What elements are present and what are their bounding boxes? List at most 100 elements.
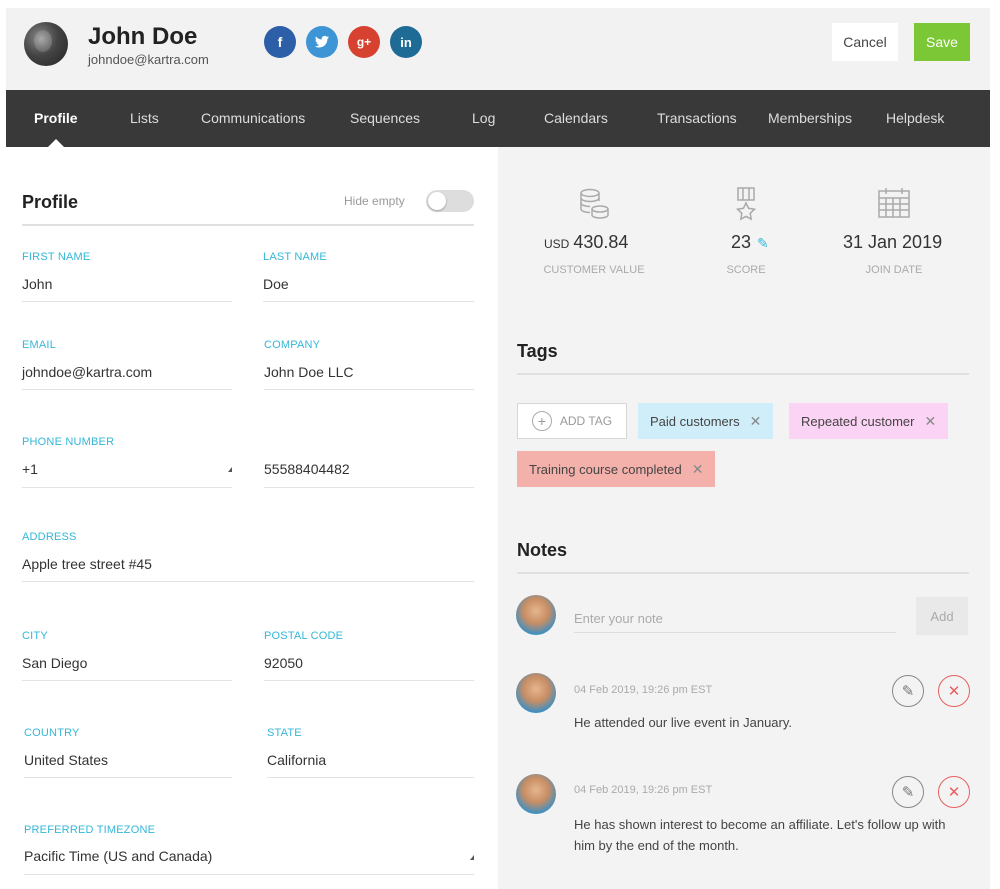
tab-lists[interactable]: Lists	[130, 90, 159, 147]
city-underline	[22, 680, 232, 681]
avatar	[516, 595, 556, 635]
timezone-label: PREFERRED TIMEZONE	[24, 824, 156, 836]
notes-title: Notes	[517, 540, 568, 560]
country-underline	[24, 777, 232, 778]
tags-divider	[517, 373, 969, 375]
tab-log[interactable]: Log	[472, 90, 495, 147]
hide-empty-toggle[interactable]	[426, 190, 474, 212]
phone-code-underline	[22, 487, 232, 488]
timezone-select[interactable]: Pacific Time (US and Canada)	[24, 848, 212, 864]
last-name-label: LAST NAME	[263, 251, 327, 263]
chevron-down-icon	[470, 855, 474, 860]
company-label: COMPANY	[264, 339, 321, 351]
tab-communications[interactable]: Communications	[201, 90, 305, 147]
toggle-knob	[428, 192, 446, 210]
contact-nav-tabs: Profile Lists Communications Sequences L…	[6, 90, 990, 147]
tab-helpdesk[interactable]: Helpdesk	[886, 90, 944, 147]
contact-name: John Doe	[88, 23, 198, 50]
note-text: He attended our live event in January.	[574, 715, 793, 730]
first-name-label: FIRST NAME	[22, 251, 91, 263]
add-note-button[interactable]: Add	[916, 597, 968, 635]
email-label: EMAIL	[22, 339, 57, 351]
avatar	[24, 22, 68, 66]
google-plus-icon[interactable]: g+	[348, 26, 380, 58]
hide-empty-label: Hide empty	[344, 194, 405, 208]
close-icon: ✕	[947, 683, 961, 700]
postal-code-field[interactable]: 92050	[264, 655, 303, 671]
postal-code-underline	[264, 680, 474, 681]
phone-number-field[interactable]: 55588404482	[264, 461, 350, 477]
phone-number-underline	[264, 487, 474, 488]
facebook-icon[interactable]: f	[264, 26, 296, 58]
chevron-down-icon	[228, 467, 232, 472]
plus-icon: +	[531, 411, 552, 431]
notes-divider	[517, 572, 969, 574]
company-underline	[264, 389, 474, 390]
customer-value-label: CUSTOMER VALUE	[543, 264, 645, 276]
edit-score-icon[interactable]: ✎	[757, 235, 769, 251]
twitter-icon[interactable]	[306, 26, 338, 58]
award-icon	[726, 187, 766, 228]
edit-note-button[interactable]: ✎	[892, 675, 924, 707]
first-name-field[interactable]: John	[22, 276, 52, 292]
country-field[interactable]: United States	[24, 752, 108, 768]
address-field[interactable]: Apple tree street #45	[22, 556, 152, 572]
email-underline	[22, 389, 232, 390]
score-number: 23	[731, 232, 752, 252]
email-field[interactable]: johndoe@kartra.com	[22, 364, 152, 380]
customer-value-amount: 430.84	[573, 232, 629, 252]
note-text: He has shown interest to become an affil…	[574, 817, 946, 853]
tag-label: Repeated customer	[801, 413, 915, 429]
tab-calendars[interactable]: Calendars	[544, 90, 608, 147]
join-date-label: JOIN DATE	[865, 264, 923, 276]
edit-note-button[interactable]: ✎	[892, 776, 924, 808]
state-label: STATE	[267, 727, 302, 739]
pencil-icon: ✎	[901, 784, 915, 801]
state-field[interactable]: California	[267, 752, 326, 768]
summary-panel: USD 430.84 CUSTOMER VALUE 23 ✎ SCORE 31 Ja…	[498, 147, 990, 889]
postal-code-label: POSTAL CODE	[264, 630, 344, 642]
note-timestamp: 04 Feb 2019, 19:26 pm EST	[574, 784, 713, 796]
profile-title: Profile	[22, 192, 79, 212]
remove-tag-icon[interactable]: ✕	[924, 413, 936, 430]
delete-note-button[interactable]: ✕	[938, 776, 970, 808]
contact-email: johndoe@kartra.com	[88, 52, 209, 67]
country-label: COUNTRY	[24, 727, 80, 739]
tab-sequences[interactable]: Sequences	[350, 90, 420, 147]
tag-chip[interactable]: Paid customers ✕	[638, 403, 774, 439]
tab-transactions[interactable]: Transactions	[657, 90, 737, 147]
last-name-field[interactable]: Doe	[263, 276, 289, 292]
add-tag-button[interactable]: + ADD TAG	[517, 403, 627, 439]
coins-icon	[574, 187, 614, 228]
linkedin-icon[interactable]: in	[390, 26, 422, 58]
active-tab-indicator	[48, 139, 64, 147]
state-underline	[267, 777, 474, 778]
profile-panel: Profile Hide empty FIRST NAME John LAST …	[6, 147, 498, 889]
company-field[interactable]: John Doe LLC	[264, 364, 354, 380]
phone-label: PHONE NUMBER	[22, 436, 115, 448]
tag-chip[interactable]: Repeated customer ✕	[789, 403, 949, 439]
remove-tag-icon[interactable]: ✕	[692, 461, 704, 478]
avatar	[516, 673, 556, 713]
remove-tag-icon[interactable]: ✕	[750, 413, 762, 430]
first-name-underline	[22, 301, 232, 302]
city-label: CITY	[22, 630, 48, 642]
cancel-button[interactable]: Cancel	[832, 23, 898, 61]
contact-header: John Doe johndoe@kartra.com f g+ in Canc…	[6, 8, 990, 90]
delete-note-button[interactable]: ✕	[938, 675, 970, 707]
pencil-icon: ✎	[901, 683, 915, 700]
currency-prefix: USD	[544, 237, 570, 251]
profile-divider	[22, 224, 474, 226]
phone-country-code-select[interactable]: +1	[22, 461, 38, 477]
tag-label: Training course completed	[529, 461, 682, 477]
note-input[interactable]	[574, 605, 896, 633]
tags-title: Tags	[517, 341, 558, 361]
tag-chip[interactable]: Training course completed ✕	[517, 451, 716, 487]
join-date-value: 31 Jan 2019	[843, 232, 943, 252]
score-label: SCORE	[726, 264, 766, 276]
save-button[interactable]: Save	[914, 23, 970, 61]
city-field[interactable]: San Diego	[22, 655, 87, 671]
tab-memberships[interactable]: Memberships	[768, 90, 852, 147]
calendar-icon	[874, 187, 914, 226]
customer-value: USD 430.84	[544, 232, 628, 253]
